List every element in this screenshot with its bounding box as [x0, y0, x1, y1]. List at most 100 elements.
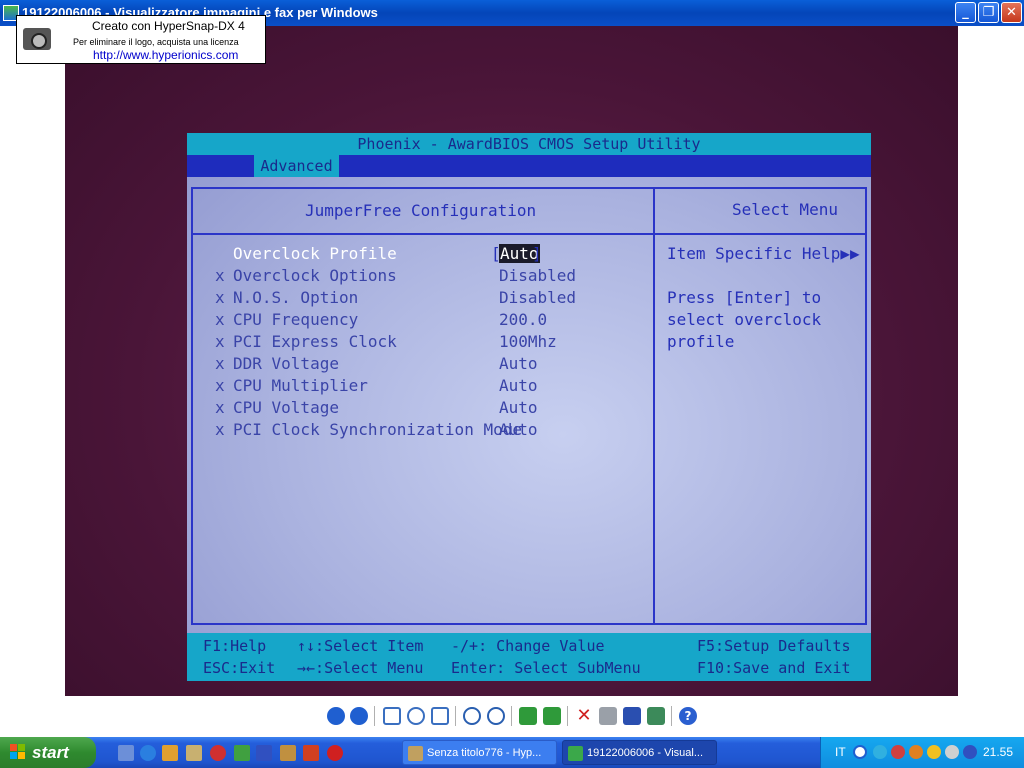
disabled-marker: x: [215, 376, 225, 395]
actual-size-icon[interactable]: [407, 707, 425, 725]
start-button[interactable]: start: [0, 737, 96, 768]
bios-option-label: Overclock Profile: [233, 244, 397, 263]
bios-option-label: CPU Voltage: [233, 398, 339, 417]
print-icon[interactable]: [599, 707, 617, 725]
bios-screen-photo: Phoenix - AwardBIOS CMOS Setup Utility A…: [187, 133, 871, 681]
quicklaunch-app-icon[interactable]: [280, 745, 296, 761]
watermark-line-1: Creato con HyperSnap-DX 4: [92, 19, 245, 33]
save-icon[interactable]: [623, 707, 641, 725]
task-label: Senza titolo776 - Hyp...: [427, 747, 542, 759]
help-line-3: profile: [667, 332, 735, 351]
next-icon[interactable]: [350, 707, 368, 725]
tray-app-icon[interactable]: [891, 745, 905, 759]
hypersnap-icon: [408, 746, 423, 761]
show-desktop-icon[interactable]: [118, 745, 134, 761]
zoom-out-icon[interactable]: [487, 707, 505, 725]
disabled-marker: x: [215, 310, 225, 329]
disabled-marker: x: [215, 354, 225, 373]
media-player-icon[interactable]: [162, 745, 178, 761]
show-hidden-icons-icon[interactable]: [853, 745, 867, 759]
disabled-marker: x: [215, 398, 225, 417]
quicklaunch-app-icon[interactable]: [234, 745, 250, 761]
bios-option-row: x CPU Voltage Auto: [215, 398, 655, 420]
minimize-button[interactable]: _: [955, 2, 976, 23]
bios-option-row: x PCI Express Clock 100Mhz: [215, 332, 655, 354]
tab-advanced: Advanced: [254, 155, 339, 177]
quicklaunch-app-icon[interactable]: [327, 745, 343, 761]
bios-title: Phoenix - AwardBIOS CMOS Setup Utility: [187, 133, 871, 155]
footer-change-value: -/+: Change Value: [451, 637, 605, 655]
quicklaunch-app-icon[interactable]: [186, 745, 202, 761]
footer-save-exit: F10:Save and Exit: [697, 659, 851, 677]
watermark-line-2: Per eliminare il logo, acquista una lice…: [73, 37, 239, 47]
footer-select-submenu: Enter: Select SubMenu: [451, 659, 641, 677]
footer-setup-defaults: F5:Setup Defaults: [697, 637, 851, 655]
quicklaunch-app-icon[interactable]: [303, 745, 319, 761]
help-line-1: Press [Enter] to: [667, 288, 822, 307]
toolbar-separator: [671, 706, 672, 726]
viewer-toolbar: ✕ ?: [0, 696, 1024, 737]
bios-option-value: Auto: [499, 376, 538, 395]
maximize-button[interactable]: ❐: [978, 2, 999, 23]
disabled-marker: x: [215, 332, 225, 351]
bios-option-row: x CPU Frequency 200.0: [215, 310, 655, 332]
clock[interactable]: 21.55: [983, 745, 1013, 759]
bios-option-label: CPU Multiplier: [233, 376, 368, 395]
network-icon[interactable]: [873, 745, 887, 759]
bios-option-value: Auto: [499, 398, 538, 417]
watermark-link[interactable]: http://www.hyperionics.com: [93, 48, 238, 62]
language-indicator[interactable]: IT: [835, 745, 846, 759]
bios-option-label: PCI Clock Synchronization Mode: [233, 420, 522, 439]
start-label: start: [32, 743, 69, 762]
hypersnap-watermark: Creato con HyperSnap-DX 4 Per eliminare …: [16, 15, 266, 64]
bios-option-label: Overclock Options: [233, 266, 397, 285]
internet-explorer-icon[interactable]: [140, 745, 156, 761]
disabled-marker: x: [215, 420, 225, 439]
help-icon[interactable]: ?: [679, 707, 697, 725]
delete-icon[interactable]: ✕: [575, 707, 593, 725]
bios-option-row: x DDR Voltage Auto: [215, 354, 655, 376]
bios-option-row: x Overclock Options Disabled: [215, 266, 655, 288]
quicklaunch-app-icon[interactable]: [256, 745, 272, 761]
toolbar-separator: [567, 706, 568, 726]
task-button-hypersnap[interactable]: Senza titolo776 - Hyp...: [402, 740, 557, 765]
rotate-counterclockwise-icon[interactable]: [543, 707, 561, 725]
windows-logo-icon: [10, 744, 26, 760]
panel-heading-jumperfree: JumperFree Configuration: [305, 201, 537, 220]
bios-option-label: DDR Voltage: [233, 354, 339, 373]
task-button-image-viewer[interactable]: 19122006006 - Visual...: [562, 740, 717, 765]
bios-option-label: PCI Express Clock: [233, 332, 397, 351]
bios-option-label: N.O.S. Option: [233, 288, 359, 307]
close-button[interactable]: ✕: [1001, 2, 1022, 23]
bios-option-value: Disabled: [499, 266, 577, 285]
bios-option-value: 200.0: [499, 310, 548, 329]
quicklaunch-app-icon[interactable]: [210, 745, 226, 761]
tray-app-icon[interactable]: [909, 745, 923, 759]
previous-icon[interactable]: [327, 707, 345, 725]
disabled-marker: x: [215, 266, 225, 285]
bios-option-row: Overclock Profile[Auto]: [215, 244, 655, 266]
taskbar: start Senza titolo776 - Hyp... 191220060…: [0, 737, 1024, 768]
bios-menu-bar: Advanced: [187, 155, 871, 177]
footer-esc-exit: ESC:Exit: [203, 659, 276, 677]
tray-app-icon[interactable]: [927, 745, 941, 759]
best-fit-icon[interactable]: [383, 707, 401, 725]
image-canvas: Phoenix - AwardBIOS CMOS Setup Utility A…: [65, 26, 958, 696]
tray-app-icon[interactable]: [945, 745, 959, 759]
tray-app-icon[interactable]: [963, 745, 977, 759]
panel-divider-horizontal: [193, 233, 865, 235]
bios-option-value: Disabled: [499, 288, 577, 307]
footer-f1-help: F1:Help: [203, 637, 267, 655]
panel-heading-select-menu: Select Menu: [732, 200, 838, 219]
zoom-in-icon[interactable]: [463, 707, 481, 725]
image-viewer-icon: [568, 746, 583, 761]
bios-footer: F1:Help ESC:Exit ↑↓:Select Item →←:Selec…: [187, 633, 871, 681]
bios-option-value: 100Mhz: [499, 332, 557, 351]
bios-option-value: Auto: [499, 354, 538, 373]
camera-icon: [23, 28, 51, 50]
bios-option-label: CPU Frequency: [233, 310, 359, 329]
slideshow-icon[interactable]: [431, 707, 449, 725]
bios-main-panel: JumperFree Configuration Select Menu Ove…: [191, 187, 867, 625]
rotate-clockwise-icon[interactable]: [519, 707, 537, 725]
edit-icon[interactable]: [647, 707, 665, 725]
